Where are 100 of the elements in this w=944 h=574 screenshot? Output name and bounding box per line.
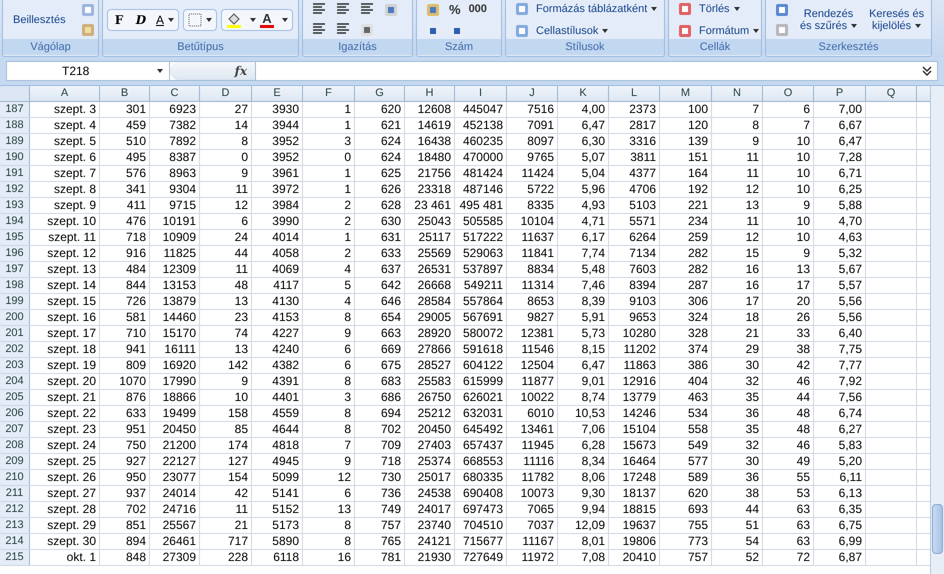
table-cell: 3990 (252, 214, 303, 229)
row-header[interactable]: 213 (0, 518, 30, 533)
indent-icon[interactable] (311, 22, 327, 36)
row-header[interactable]: 206 (0, 406, 30, 421)
column-header[interactable]: B (100, 86, 150, 101)
table-cell: 9 (712, 134, 763, 149)
row-header[interactable]: 212 (0, 502, 30, 517)
table-cell: 621 (355, 118, 405, 133)
row-header[interactable]: 198 (0, 278, 30, 293)
column-header[interactable]: C (150, 86, 200, 101)
row-header[interactable]: 201 (0, 326, 30, 341)
group-label: Cellák (700, 40, 730, 55)
underline-button[interactable]: A (152, 10, 178, 30)
ribbon-button[interactable]: Formázás táblázatként (534, 2, 660, 14)
column-header[interactable]: A (30, 86, 100, 101)
ribbon-button[interactable]: Cellastílusok (534, 24, 610, 36)
table-cell: 3930 (252, 102, 303, 117)
row-header[interactable]: 200 (0, 310, 30, 325)
fill-color-icon[interactable] (226, 12, 242, 28)
bold-button[interactable]: F (108, 10, 130, 30)
column-header[interactable]: O (763, 86, 814, 101)
row-header[interactable]: 190 (0, 150, 30, 165)
column-header[interactable]: I (455, 86, 507, 101)
table-cell: 9103 (609, 294, 660, 309)
caret-icon (651, 6, 658, 10)
align-center-icon[interactable] (335, 2, 351, 16)
row-header[interactable]: 199 (0, 294, 30, 309)
row-header[interactable]: 195 (0, 230, 30, 245)
table-cell: 13879 (150, 294, 200, 309)
font-color-button[interactable]: A (260, 12, 274, 28)
outdent-icon[interactable] (335, 22, 351, 36)
row-header[interactable]: 189 (0, 134, 30, 149)
row-header[interactable]: 209 (0, 454, 30, 469)
table-cell: 24017 (405, 502, 455, 517)
column-header[interactable]: G (355, 86, 405, 101)
row-header[interactable]: 205 (0, 390, 30, 405)
align-right-icon[interactable] (359, 2, 375, 16)
ribbon-button[interactable]: Formátum (697, 24, 761, 36)
row-header[interactable]: 192 (0, 182, 30, 197)
row-header[interactable]: 210 (0, 470, 30, 485)
row-header[interactable]: 211 (0, 486, 30, 501)
column-header[interactable]: N (712, 86, 763, 101)
scrollbar-thumb[interactable] (932, 504, 943, 554)
table-cell: 718 (355, 454, 405, 469)
table-cell: 4 (303, 262, 355, 277)
row-header[interactable]: 188 (0, 118, 30, 133)
column-header[interactable]: K (558, 86, 609, 101)
column-header[interactable]: F (303, 86, 355, 101)
column-header[interactable]: D (200, 86, 252, 101)
table-cell: 4377 (609, 166, 660, 181)
name-box[interactable]: T218 (7, 62, 170, 80)
table-cell: 44 (712, 502, 763, 517)
column-header[interactable]: P (814, 86, 866, 101)
table-cell: 16438 (405, 134, 455, 149)
table-cell: 0 (303, 150, 355, 165)
table-cell: 950 (100, 470, 150, 485)
row-header[interactable]: 214 (0, 534, 30, 549)
italic-button[interactable]: D (130, 10, 152, 30)
table-cell: 7,06 (558, 422, 609, 437)
row-header[interactable]: 191 (0, 166, 30, 181)
align-left-icon[interactable] (311, 2, 327, 16)
row-header[interactable]: 196 (0, 246, 30, 261)
column-header[interactable]: L (609, 86, 660, 101)
column-header[interactable]: H (405, 86, 455, 101)
table-cell: 12 (303, 470, 355, 485)
ribbon-button[interactable]: Beillesztés (11, 14, 68, 26)
percent-button[interactable]: % (449, 0, 461, 20)
vertical-scrollbar[interactable] (930, 86, 944, 574)
column-header[interactable]: J (507, 86, 558, 101)
table-cell: 341 (100, 182, 150, 197)
row-header[interactable]: 193 (0, 198, 30, 213)
thousands-button[interactable]: 000 (468, 1, 487, 18)
ribbon-button[interactable]: Törlés (697, 2, 742, 14)
table-cell: 28527 (405, 358, 455, 373)
column-header[interactable]: M (660, 86, 712, 101)
row-header[interactable]: 207 (0, 422, 30, 437)
table-cell: 1 (303, 118, 355, 133)
row-header[interactable]: 208 (0, 438, 30, 453)
expand-icon[interactable] (921, 65, 933, 77)
column-header[interactable]: E (252, 86, 303, 101)
row-header[interactable]: 204 (0, 374, 30, 389)
ribbon-button[interactable]: Rendezés és szűrés (798, 8, 860, 32)
table-cell: 36 (712, 406, 763, 421)
row-header[interactable]: 187 (0, 102, 30, 117)
table-cell: 8,06 (558, 470, 609, 485)
table-cell: 11116 (507, 454, 558, 469)
row-header[interactable]: 197 (0, 262, 30, 277)
insert-function-button[interactable]: fx (234, 62, 247, 80)
column-header[interactable]: Q (866, 86, 917, 101)
table-cell: 164 (660, 166, 712, 181)
table-cell: 3952 (252, 134, 303, 149)
row-header[interactable]: 203 (0, 358, 30, 373)
row-header[interactable]: 215 (0, 550, 30, 565)
group-label: Vágólap (30, 40, 71, 55)
row-header[interactable]: 202 (0, 342, 30, 357)
ribbon-button[interactable]: Keresés és kijelölés (867, 8, 926, 32)
table-cell: 765 (355, 534, 405, 549)
row-header[interactable]: 194 (0, 214, 30, 229)
table-cell: 445047 (455, 102, 507, 117)
borders-icon[interactable] (188, 12, 202, 26)
